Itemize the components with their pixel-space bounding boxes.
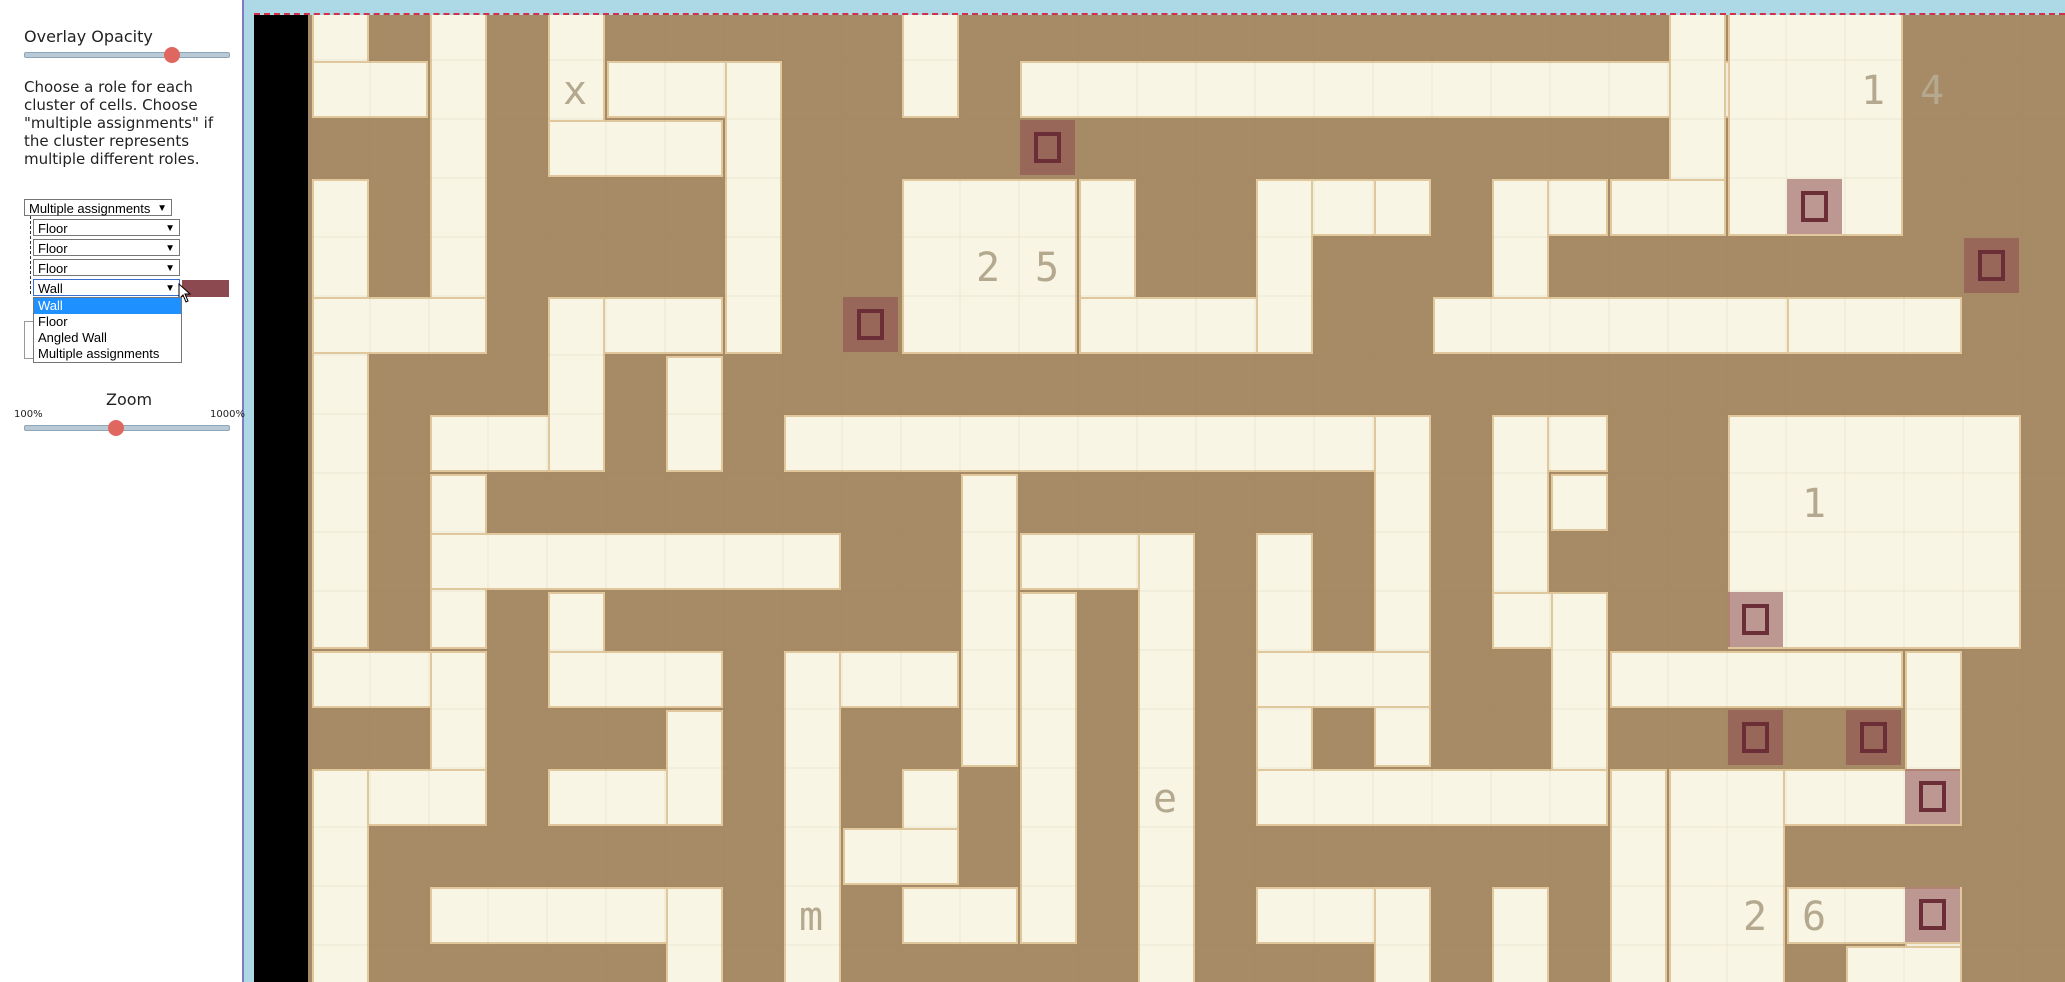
- dropdown-option-floor[interactable]: Floor: [34, 314, 181, 330]
- overlay-marker: [1846, 710, 1901, 765]
- instructions-text: Choose a role for each cluster of cells.…: [24, 78, 214, 168]
- map-label: m: [799, 894, 823, 940]
- zoom-label: Zoom: [106, 390, 153, 409]
- overlay-marker: [1728, 592, 1783, 647]
- map-canvas[interactable]: x14251em26: [254, 13, 2065, 982]
- zoom-min-label: 100%: [14, 409, 43, 420]
- overlay-marker: [1905, 769, 1960, 824]
- zoom-max-label: 1000%: [210, 409, 245, 420]
- role-dropdown-list[interactable]: Wall Floor Angled Wall Multiple assignme…: [33, 297, 182, 363]
- dropdown-option-multiple[interactable]: Multiple assignments: [34, 346, 181, 362]
- dropdown-option-wall[interactable]: Wall: [34, 298, 181, 314]
- zoom-slider[interactable]: [24, 425, 230, 431]
- sidebar: Overlay Opacity Choose a role for each c…: [0, 0, 245, 982]
- overlay-marker: [1728, 710, 1783, 765]
- map-label: 4: [1920, 68, 1944, 114]
- overlay-marker: [1964, 238, 2019, 293]
- overlay-marker: [1905, 887, 1960, 942]
- sub-role-select-2[interactable]: Floor ▼: [33, 239, 180, 256]
- map-label: x: [563, 68, 587, 114]
- sub-role-select-4[interactable]: Wall ▼: [33, 279, 180, 296]
- sub-role-select-1[interactable]: Floor ▼: [33, 219, 180, 236]
- map-label: 1: [1861, 68, 1885, 114]
- map-label: 2: [1743, 894, 1767, 940]
- map-label: e: [1153, 776, 1177, 822]
- overlay-marker: [1787, 179, 1842, 234]
- map-label: 6: [1802, 894, 1826, 940]
- map-label: 2: [976, 245, 1000, 291]
- sub-role-select-3[interactable]: Floor ▼: [33, 259, 180, 276]
- chevron-down-icon: ▼: [165, 283, 175, 294]
- zoom-knob[interactable]: [108, 420, 124, 436]
- map-label: 5: [1035, 245, 1059, 291]
- chevron-down-icon: ▼: [165, 263, 175, 274]
- overlay-marker: [843, 297, 898, 352]
- map-label: 1: [1802, 481, 1826, 527]
- overlay-marker: [1020, 120, 1075, 175]
- maze-map[interactable]: x 1 42 51em 2 6: [254, 15, 2065, 982]
- chevron-down-icon: ▼: [157, 203, 167, 214]
- dropdown-option-angled-wall[interactable]: Angled Wall: [34, 330, 181, 346]
- overlay-opacity-label: Overlay Opacity: [24, 27, 153, 46]
- chevron-down-icon: ▼: [165, 243, 175, 254]
- overlay-opacity-knob[interactable]: [164, 47, 180, 63]
- overlay-opacity-slider[interactable]: [24, 52, 230, 58]
- chevron-down-icon: ▼: [165, 223, 175, 234]
- role-select[interactable]: Multiple assignments ▼: [24, 199, 172, 216]
